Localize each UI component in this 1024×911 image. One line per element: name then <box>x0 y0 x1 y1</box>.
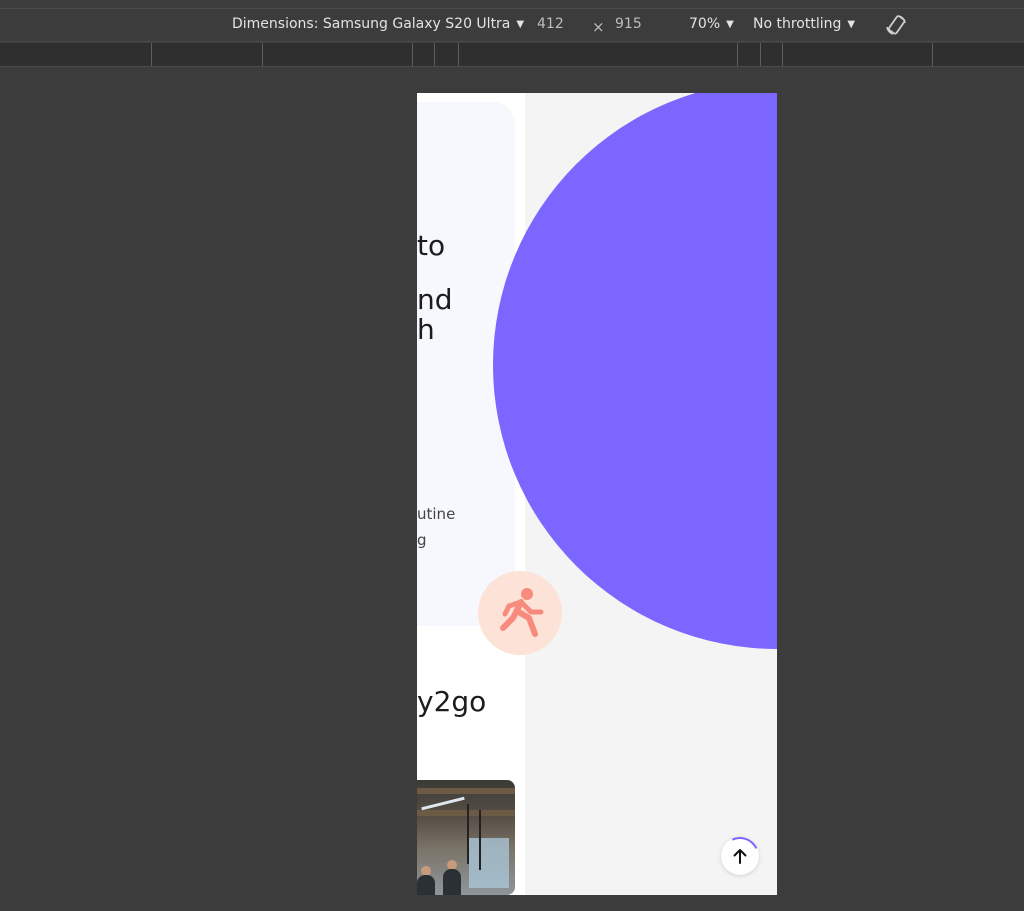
ruler-tick <box>412 43 413 66</box>
chevron-down-icon: ▼ <box>726 18 734 30</box>
photo-person <box>443 869 461 895</box>
ruler-tick <box>737 43 738 66</box>
gym-photo <box>417 780 515 895</box>
photo-beam <box>417 810 515 816</box>
zoom-dropdown[interactable]: 70% ▼ <box>689 16 734 32</box>
runner-badge <box>478 571 562 655</box>
width-input[interactable]: 412 <box>537 16 564 32</box>
hero-subtitle-line: utine <box>417 505 456 523</box>
rotate-device-button[interactable] <box>884 13 908 37</box>
decorative-purple-circle <box>493 93 777 649</box>
ruler-tick <box>932 43 933 66</box>
rotate-device-icon <box>886 15 906 35</box>
scroll-to-top-button[interactable] <box>715 831 765 881</box>
hero-title-line: to <box>417 231 446 262</box>
chevron-down-icon: ▼ <box>516 18 525 30</box>
throttling-dropdown[interactable]: No throttling ▼ <box>753 16 855 32</box>
photo-light <box>421 796 465 811</box>
running-person-icon <box>500 588 544 637</box>
ruler-tick <box>782 43 783 66</box>
ruler-tick <box>151 43 152 66</box>
hero-subtitle: utine g <box>417 501 527 553</box>
throttling-label: No throttling <box>753 16 842 32</box>
device-dimensions-dropdown[interactable]: Dimensions: Samsung Galaxy S20 Ultra ▼ <box>232 16 524 32</box>
ruler-tick <box>760 43 761 66</box>
height-input[interactable]: 915 <box>615 16 642 32</box>
ruler-tick <box>458 43 459 66</box>
photo-rope <box>467 804 469 864</box>
hero-subtitle-line: g <box>417 531 427 549</box>
brand-heading: y2go <box>417 685 487 718</box>
times-icon: × <box>592 18 605 36</box>
device-label: Dimensions: Samsung Galaxy S20 Ultra <box>232 16 511 32</box>
photo-beam <box>417 788 515 794</box>
toolbar-divider <box>0 8 1024 9</box>
ruler-tick <box>434 43 435 66</box>
photo-window <box>469 838 509 888</box>
scroll-progress-ring <box>715 831 765 881</box>
photo-person <box>417 875 435 895</box>
media-query-ruler[interactable] <box>0 43 1024 67</box>
zoom-label: 70% <box>689 16 721 32</box>
chevron-down-icon: ▼ <box>847 18 856 30</box>
page-left-column: to nd h utine g y2go <box>417 93 525 895</box>
device-toolbar: Dimensions: Samsung Galaxy S20 Ultra ▼ 4… <box>0 0 1024 42</box>
photo-rope <box>479 810 481 870</box>
ruler-tick <box>262 43 263 66</box>
device-viewport: to nd h utine g y2go <box>417 93 777 895</box>
